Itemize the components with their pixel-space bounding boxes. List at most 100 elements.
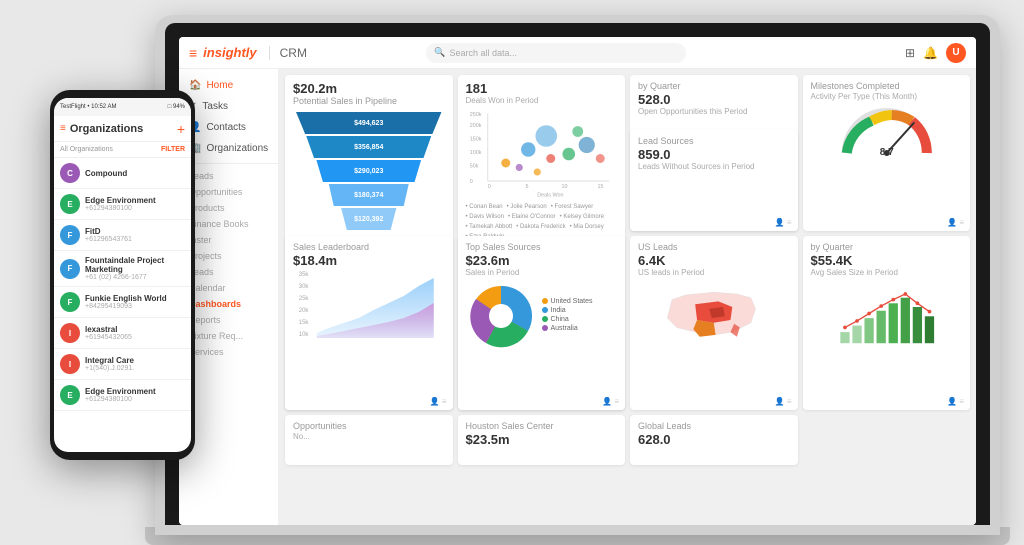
sales-trend-value: $55.4K [811, 253, 963, 268]
lead-sources-sub: Leads Without Sources in Period [638, 162, 790, 171]
search-placeholder: Search all data... [450, 48, 518, 58]
org-name: Fountaindale Project Marketing [85, 256, 185, 274]
sales-trend-footer-icon[interactable]: 👤 ≡ [947, 397, 964, 406]
laptop-outer: ≡ insightly CRM 🔍 Search all data... ⊞ 🔔… [155, 15, 1000, 535]
org-avatar-f1: F [60, 225, 80, 245]
app-logo: insightly [203, 45, 256, 60]
phone-add-icon[interactable]: + [177, 121, 185, 137]
list-item[interactable]: C Compound [54, 158, 191, 189]
leaderboard-footer-icon[interactable]: 👤 ≡ [430, 397, 447, 406]
phone-app-title: Organizations [70, 123, 177, 135]
sidebar-label-home: Home [206, 80, 233, 91]
us-leads-sub: US leads in Period [638, 268, 790, 277]
dashboard: $20.2m Potential Sales in Pipeline $494,… [279, 69, 976, 525]
org-name: Integral Care [85, 356, 185, 365]
top-sources-footer-icon[interactable]: 👤 ≡ [602, 397, 619, 406]
lead-sources-icon[interactable]: 👤 ≡ [775, 218, 792, 227]
sales-trend-chart [811, 281, 963, 346]
org-avatar-e1: E [60, 194, 80, 214]
opps-title: Opportunities [293, 421, 445, 431]
list-item[interactable]: F FitD +61296543761 [54, 220, 191, 251]
svg-text:0: 0 [469, 179, 472, 185]
svg-text:Deals Won: Deals Won [537, 192, 563, 198]
quarter-by: by Quarter [638, 81, 790, 91]
top-sources-pie [466, 281, 536, 351]
org-name: lexastral [85, 325, 185, 334]
top-sources-card: Top Sales Sources $23.6m Sales in Period [458, 236, 626, 411]
scatter-value: 181 [466, 81, 618, 96]
hamburger-icon[interactable]: ≡ [189, 45, 197, 61]
org-phone: +61294380100 [85, 205, 185, 212]
lead-sources-value: 859.0 [638, 147, 790, 162]
sidebar-label-contacts: Contacts [206, 122, 245, 133]
us-map-chart [638, 281, 790, 346]
scatter-chart: 0 50k 100k 150k 200k 250k 0 5 10 15 [466, 109, 618, 199]
lead-sources-title: Lead Sources [638, 136, 790, 146]
milestones-card: Milestones Completed Activity Per Type (… [803, 75, 971, 231]
us-leads-card: US Leads 6.4K US leads in Period [630, 236, 798, 411]
org-phone: +84295419093 [85, 303, 185, 310]
sidebar-item-home[interactable]: 🏠 Home [179, 75, 278, 96]
sales-trend-card: by Quarter $55.4K Avg Sales Size in Peri… [803, 236, 971, 411]
org-name: Edge Environment [85, 387, 185, 396]
global-leads-value: 628.0 [638, 432, 790, 447]
user-avatar[interactable]: U [946, 43, 966, 63]
svg-text:200k: 200k [469, 123, 481, 129]
list-item[interactable]: E Edge Environment +61294380100 [54, 380, 191, 411]
us-leads-title: US Leads [638, 242, 790, 252]
search-bar[interactable]: 🔍 Search all data... [426, 43, 686, 63]
milestones-gauge: 8.7 [811, 103, 963, 158]
org-name: FitD [85, 227, 185, 236]
leaderboard-card: Sales Leaderboard $18.4m 35k 30k 25k 20k… [285, 236, 453, 411]
top-bar: ≡ insightly CRM 🔍 Search all data... ⊞ 🔔… [179, 37, 976, 69]
top-sources-sub: Sales in Period [466, 268, 618, 277]
funnel-level-5: $120,392 [340, 208, 398, 230]
filter-label: All Organizations [60, 146, 113, 153]
svg-text:50k: 50k [469, 164, 478, 170]
houston-title: Houston Sales Center [466, 421, 618, 431]
funnel-level-2: $356,854 [304, 136, 434, 158]
svg-text:250k: 250k [469, 112, 481, 118]
svg-text:15: 15 [597, 184, 603, 190]
scatter-sub: Deals Won in Period [466, 96, 618, 105]
svg-text:100k: 100k [469, 150, 481, 156]
org-phone: +61 (02) 4266-1677 [85, 274, 185, 281]
list-item[interactable]: F Funkie English World +84295419093 [54, 287, 191, 318]
org-name: Funkie English World [85, 294, 185, 303]
milestones-icon[interactable]: 👤 ≡ [947, 218, 964, 227]
home-icon: 🏠 [189, 80, 201, 91]
top-sources-title: Top Sales Sources [466, 242, 618, 252]
sales-trend-value2: Avg Sales Size in Period [811, 268, 963, 277]
list-item[interactable]: I lexastral +61945432065 [54, 318, 191, 349]
svg-text:150k: 150k [469, 137, 481, 143]
funnel-level-4: $180,374 [327, 184, 410, 206]
bell-icon[interactable]: 🔔 [923, 46, 938, 60]
phone-hamburger-icon[interactable]: ≡ [60, 123, 66, 134]
sidebar-label-organizations: Organizations [206, 143, 268, 154]
top-sources-value: $23.6m [466, 253, 618, 268]
search-icon: 🔍 [434, 47, 445, 58]
org-avatar-c: C [60, 163, 80, 183]
quarter-sub: Open Opportunities this Period [638, 107, 790, 116]
svg-text:0: 0 [487, 184, 490, 190]
phone-org-list: C Compound E Edge Environment +612943801… [54, 158, 191, 411]
svg-text:35k: 35k [299, 272, 310, 278]
svg-text:10k: 10k [299, 332, 310, 338]
sales-trend-sub: by Quarter [811, 242, 963, 252]
funnel-level-3: $290,023 [314, 160, 423, 182]
funnel-level-1: $494,623 [293, 112, 445, 134]
list-item[interactable]: E Edge Environment +61294380100 [54, 189, 191, 220]
opportunities-card: Opportunities No... [285, 415, 453, 465]
org-name: Compound [85, 169, 185, 178]
global-leads-title: Global Leads [638, 421, 790, 431]
filter-action[interactable]: FILTER [161, 146, 185, 153]
phone-filter-row: All Organizations FILTER [54, 142, 191, 158]
us-leads-footer-icon[interactable]: 👤 ≡ [775, 397, 792, 406]
opps-sub: No... [293, 432, 445, 441]
grid-icon[interactable]: ⊞ [905, 46, 915, 60]
org-phone: +61296543761 [85, 236, 185, 243]
org-name: Edge Environment [85, 196, 185, 205]
list-item[interactable]: F Fountaindale Project Marketing +61 (02… [54, 251, 191, 287]
org-avatar-f2: F [60, 259, 80, 279]
list-item[interactable]: I Integral Care +1(540).J.0291. [54, 349, 191, 380]
